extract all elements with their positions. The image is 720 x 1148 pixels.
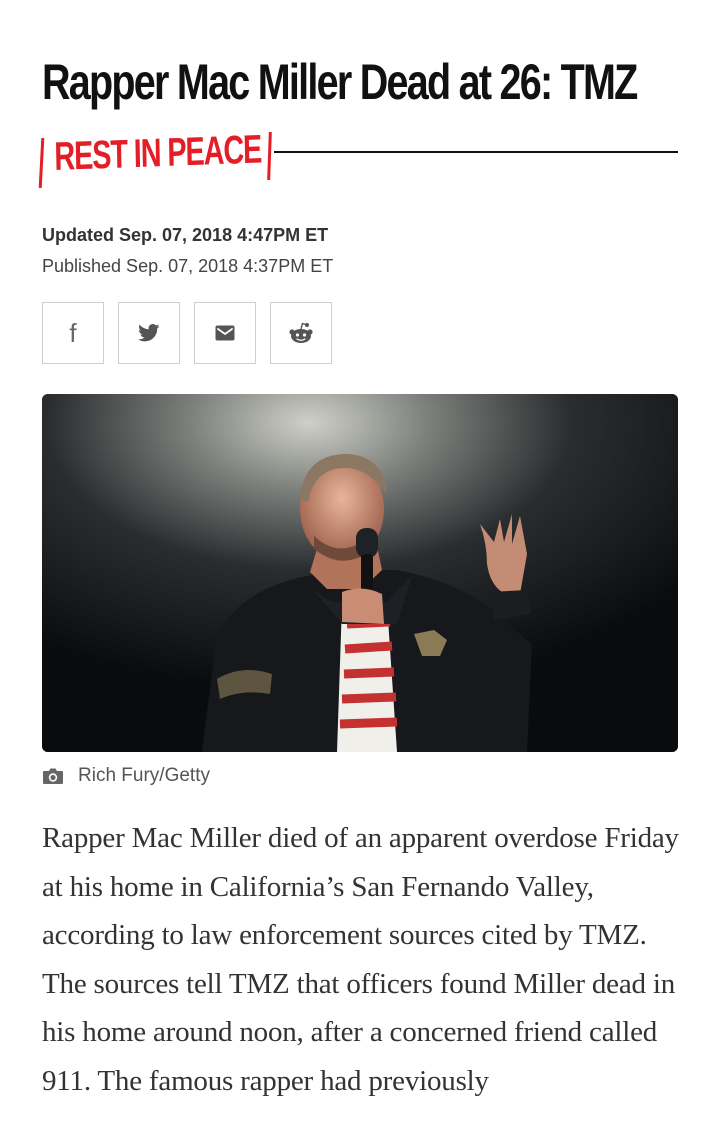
email-icon xyxy=(215,325,235,341)
article-hero-image xyxy=(42,394,678,752)
twitter-icon xyxy=(138,324,160,342)
facebook-icon: f xyxy=(69,318,77,348)
flag-divider-line xyxy=(274,151,678,153)
photo-credit: Rich Fury/Getty xyxy=(42,765,210,787)
flag-bar-left xyxy=(38,137,45,189)
share-twitter-button[interactable] xyxy=(118,302,180,364)
article-body-paragraph: Rapper Mac Miller died of an apparent ov… xyxy=(42,822,679,1097)
share-buttons: f xyxy=(42,302,332,364)
camera-icon xyxy=(43,768,63,784)
share-reddit-button[interactable] xyxy=(270,302,332,364)
flag-bar-right xyxy=(267,131,272,181)
flag-label: REST IN PEACE xyxy=(54,127,262,179)
published-timestamp: Published Sep. 07, 2018 4:37PM ET xyxy=(42,256,334,276)
article-page: Rapper Mac Miller Dead at 26: TMZ REST I… xyxy=(0,0,720,1148)
reddit-icon xyxy=(289,322,313,343)
share-email-button[interactable] xyxy=(194,302,256,364)
updated-timestamp: Updated Sep. 07, 2018 4:47PM ET xyxy=(42,225,329,245)
section-flag: REST IN PEACE xyxy=(38,127,680,190)
article-meta: Updated Sep. 07, 2018 4:47PM ET Publishe… xyxy=(42,222,333,279)
article-headline: Rapper Mac Miller Dead at 26: TMZ xyxy=(42,54,638,110)
photo-credit-text: Rich Fury/Getty xyxy=(78,765,210,786)
concert-photo xyxy=(42,394,678,752)
share-facebook-button[interactable]: f xyxy=(42,302,104,364)
